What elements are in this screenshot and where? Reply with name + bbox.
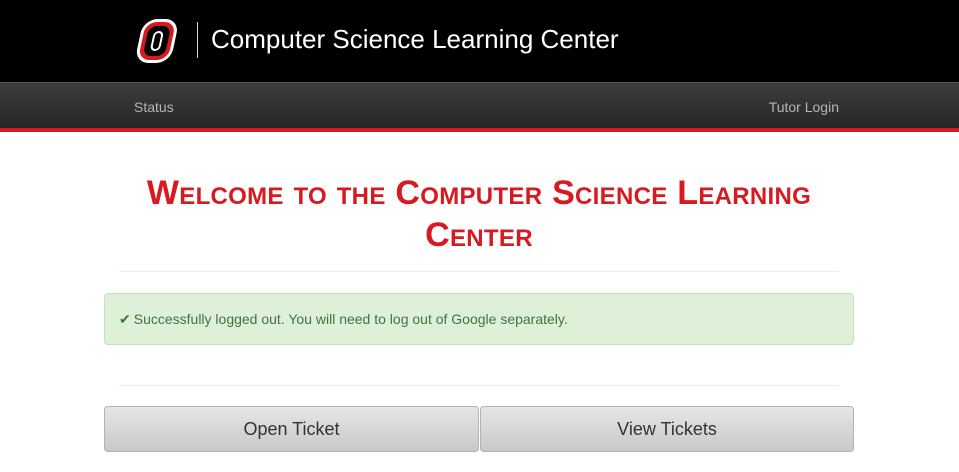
navbar-accent-line (0, 128, 959, 132)
logout-success-alert: ✔ Successfully logged out. You will need … (104, 293, 854, 345)
university-o-logo-icon[interactable] (136, 17, 184, 65)
nav-status-link[interactable]: Status (134, 83, 174, 131)
page-title: Welcome to the Computer Science Learning… (146, 174, 812, 254)
alert-message: Successfully logged out. You will need t… (133, 311, 568, 327)
site-title[interactable]: Computer Science Learning Center (211, 22, 619, 56)
nav-tutor-login-link[interactable]: Tutor Login (769, 83, 839, 131)
view-tickets-button[interactable]: View Tickets (480, 406, 854, 452)
main-navbar: Status Tutor Login (0, 82, 959, 128)
top-header: Computer Science Learning Center (0, 0, 959, 82)
open-ticket-button[interactable]: Open Ticket (104, 406, 479, 452)
logo-divider (197, 22, 198, 58)
divider (119, 271, 839, 272)
check-icon: ✔ (119, 311, 131, 327)
divider (119, 385, 839, 386)
